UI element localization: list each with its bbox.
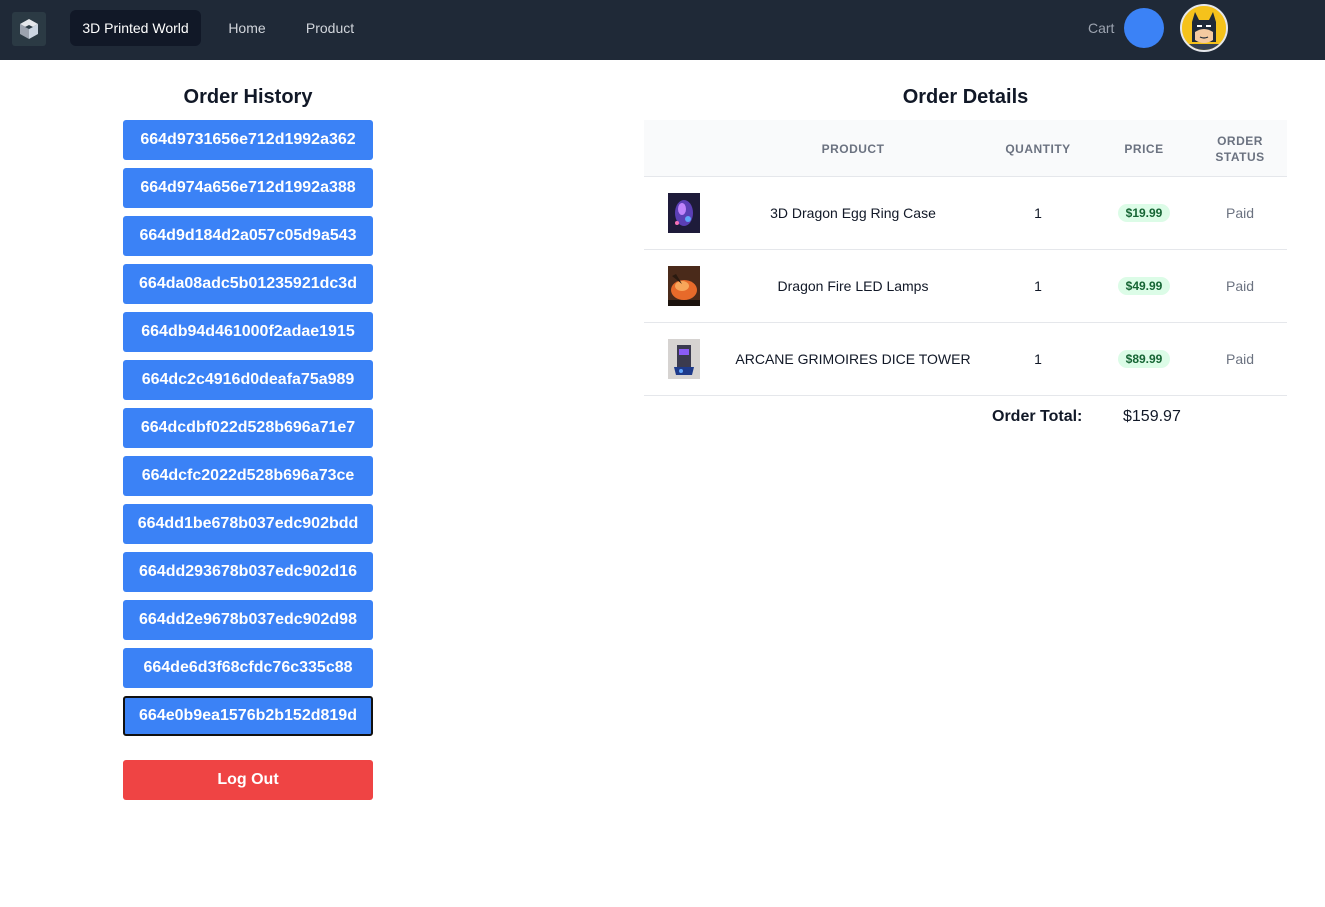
order-button[interactable]: 664dd293678b037edc902d16 xyxy=(123,552,373,592)
price-badge: $49.99 xyxy=(1117,277,1171,295)
nav-brand-link[interactable]: 3D Printed World xyxy=(70,10,201,46)
order-button[interactable]: 664de6d3f68cfdc76c335c88 xyxy=(123,648,373,688)
product-quantity: 1 xyxy=(1034,351,1042,367)
dice-tower-thumbnail xyxy=(668,339,700,379)
order-button[interactable]: 664d974a656e712d1992a388 xyxy=(123,168,373,208)
nav-product-link[interactable]: Product xyxy=(296,10,364,46)
order-status: Paid xyxy=(1225,205,1255,221)
product-quantity: 1 xyxy=(1034,278,1042,294)
order-total-value: $159.97 xyxy=(1123,408,1181,425)
batman-avatar-icon[interactable] xyxy=(1180,4,1228,52)
dragon-lamp-thumbnail xyxy=(668,266,700,306)
order-button[interactable]: 664dcdbf022d528b696a71e7 xyxy=(123,408,373,448)
order-button[interactable]: 664db94d461000f2adae1915 xyxy=(123,312,373,352)
product-name: ARCANE GRIMOIRES DICE TOWER xyxy=(735,351,971,367)
table-row: ARCANE GRIMOIRES DICE TOWER 1 $89.99 Pai… xyxy=(644,323,1287,396)
order-history-title: Order History xyxy=(183,86,313,108)
order-button[interactable]: 664da08adc5b01235921dc3d xyxy=(123,264,373,304)
order-details-table: PRODUCT QUANTITY PRICE ORDER STATUS 3D D… xyxy=(644,120,1287,396)
header-order-status: ORDER STATUS xyxy=(1215,133,1265,164)
order-button[interactable]: 664d9731656e712d1992a362 xyxy=(123,120,373,160)
nav-home-link[interactable]: Home xyxy=(218,10,276,46)
order-button-selected[interactable]: 664e0b9ea1576b2b152d819d xyxy=(123,696,373,736)
product-quantity: 1 xyxy=(1034,205,1042,221)
logout-button[interactable]: Log Out xyxy=(123,760,373,800)
order-button[interactable]: 664d9d184d2a057c05d9a543 xyxy=(123,216,373,256)
table-row: 3D Dragon Egg Ring Case 1 $19.99 Paid xyxy=(644,177,1287,250)
order-total-label: Order Total: xyxy=(992,408,1083,425)
order-button[interactable]: 664dd1be678b037edc902bdd xyxy=(123,504,373,544)
product-name: 3D Dragon Egg Ring Case xyxy=(770,205,936,221)
table-row: Dragon Fire LED Lamps 1 $49.99 Paid xyxy=(644,250,1287,323)
order-status: Paid xyxy=(1225,278,1255,294)
header-quantity: QUANTITY xyxy=(1005,141,1071,156)
cart-button[interactable] xyxy=(1124,8,1164,48)
order-button[interactable]: 664dd2e9678b037edc902d98 xyxy=(123,600,373,640)
table-header: PRODUCT QUANTITY PRICE ORDER STATUS xyxy=(644,120,1287,177)
header-product: PRODUCT xyxy=(821,141,885,156)
price-badge: $19.99 xyxy=(1117,204,1171,222)
cube-logo-icon[interactable] xyxy=(12,12,46,46)
cart-label[interactable]: Cart xyxy=(1088,20,1114,36)
header-price: PRICE xyxy=(1124,141,1164,156)
product-name: Dragon Fire LED Lamps xyxy=(777,278,929,294)
price-badge: $89.99 xyxy=(1117,350,1171,368)
order-details-title: Order Details xyxy=(902,86,1029,108)
order-status: Paid xyxy=(1225,351,1255,367)
dragon-egg-thumbnail xyxy=(668,193,700,233)
order-history-list: 664d9731656e712d1992a362 664d974a656e712… xyxy=(123,120,373,744)
order-button[interactable]: 664dc2c4916d0deafa75a989 xyxy=(123,360,373,400)
order-button[interactable]: 664dcfc2022d528b696a73ce xyxy=(123,456,373,496)
top-navbar: 3D Printed World Home Product Cart xyxy=(0,0,1325,60)
